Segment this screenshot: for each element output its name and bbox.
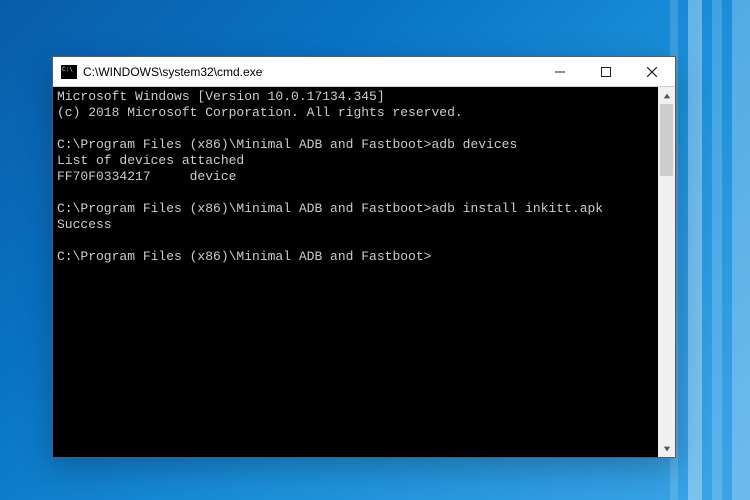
terminal-area: Microsoft Windows [Version 10.0.17134.34…: [53, 87, 675, 457]
cmd-icon: [61, 65, 77, 79]
terminal-line: C:\Program Files (x86)\Minimal ADB and F…: [57, 201, 654, 217]
maximize-icon: [601, 67, 611, 77]
terminal-line: C:\Program Files (x86)\Minimal ADB and F…: [57, 249, 654, 265]
scrollbar-track[interactable]: [658, 104, 675, 440]
terminal-line: [57, 121, 654, 137]
terminal-line: C:\Program Files (x86)\Minimal ADB and F…: [57, 137, 654, 153]
vertical-scrollbar[interactable]: [658, 87, 675, 457]
wallpaper-ray: [732, 0, 750, 500]
terminal-line: [57, 185, 654, 201]
scroll-down-button[interactable]: [658, 440, 675, 457]
close-button[interactable]: [629, 57, 675, 86]
scrollbar-thumb[interactable]: [660, 104, 673, 176]
wallpaper-ray: [712, 0, 722, 500]
chevron-down-icon: [663, 445, 671, 453]
cmd-window: C:\WINDOWS\system32\cmd.exe Microsoft Wi…: [52, 56, 676, 458]
maximize-button[interactable]: [583, 57, 629, 86]
terminal-output[interactable]: Microsoft Windows [Version 10.0.17134.34…: [53, 87, 658, 457]
minimize-icon: [555, 67, 565, 77]
terminal-line: List of devices attached: [57, 153, 654, 169]
terminal-line: (c) 2018 Microsoft Corporation. All righ…: [57, 105, 654, 121]
chevron-up-icon: [663, 92, 671, 100]
window-title: C:\WINDOWS\system32\cmd.exe: [83, 65, 262, 79]
terminal-line: Microsoft Windows [Version 10.0.17134.34…: [57, 89, 654, 105]
terminal-line: Success: [57, 217, 654, 233]
minimize-button[interactable]: [537, 57, 583, 86]
titlebar[interactable]: C:\WINDOWS\system32\cmd.exe: [53, 57, 675, 87]
wallpaper-ray: [688, 0, 702, 500]
close-icon: [647, 67, 657, 77]
scroll-up-button[interactable]: [658, 87, 675, 104]
terminal-line: FF70F0334217 device: [57, 169, 654, 185]
terminal-line: [57, 233, 654, 249]
